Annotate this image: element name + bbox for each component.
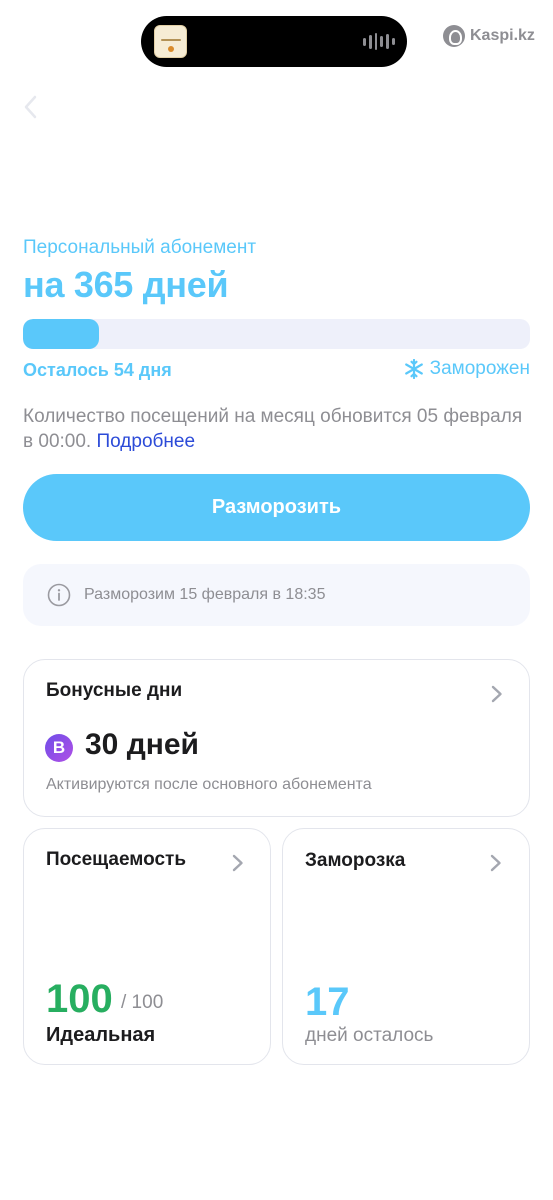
chevron-right-icon — [491, 685, 502, 703]
freeze-days-value: 17 — [305, 980, 350, 1024]
chevron-right-icon — [490, 854, 501, 872]
back-button[interactable] — [20, 95, 44, 119]
freeze-card[interactable]: Заморозка 17 дней осталось — [282, 828, 530, 1065]
frozen-status-label: Заморожен — [429, 358, 530, 379]
progress-fill — [23, 319, 100, 349]
attendance-total: / 100 — [121, 992, 164, 1013]
dynamic-island — [141, 16, 407, 67]
remaining-days: Осталось 54 дня — [23, 360, 172, 380]
info-icon — [47, 583, 71, 607]
frozen-status: Заморожен — [404, 358, 530, 380]
attendance-label: Идеальная — [46, 1024, 156, 1046]
watermark: Kaspi.kz — [443, 25, 535, 47]
update-info: Количество посещений на месяц обновится … — [23, 404, 523, 454]
app-icon — [154, 25, 187, 58]
bonus-days-caption: Активируются после основного абонемента — [46, 776, 372, 793]
chevron-left-icon — [24, 95, 37, 119]
audio-wave-icon — [363, 33, 395, 50]
unfreeze-notice: Разморозим 15 февраля в 18:35 — [23, 564, 530, 626]
bonus-days-card[interactable]: Бонусные дни B 30 дней Активируются посл… — [23, 659, 530, 817]
more-link[interactable]: Подробнее — [96, 431, 195, 452]
subscription-subtitle: Персональный абонемент — [23, 237, 257, 258]
unfreeze-button[interactable]: Разморозить — [23, 474, 530, 541]
subscription-progress-bar — [23, 319, 530, 349]
freeze-title: Заморозка — [305, 850, 406, 871]
snowflake-icon — [404, 359, 423, 379]
notice-text: Разморозим 15 февраля в 18:35 — [84, 586, 326, 603]
bonus-days-value: 30 дней — [85, 728, 199, 761]
bonus-days-title: Бонусные дни — [46, 680, 183, 701]
attendance-title: Посещаемость — [46, 849, 187, 870]
kaspi-logo-icon — [443, 25, 465, 47]
freeze-days-label: дней осталось — [305, 1025, 434, 1046]
subscription-title: на 365 дней — [23, 264, 229, 305]
attendance-card[interactable]: Посещаемость 100 / 100 Идеальная — [23, 828, 271, 1065]
chevron-right-icon — [232, 854, 243, 872]
bonus-badge-icon: B — [45, 734, 73, 762]
watermark-text: Kaspi.kz — [470, 27, 535, 44]
attendance-value: 100 — [46, 977, 113, 1021]
